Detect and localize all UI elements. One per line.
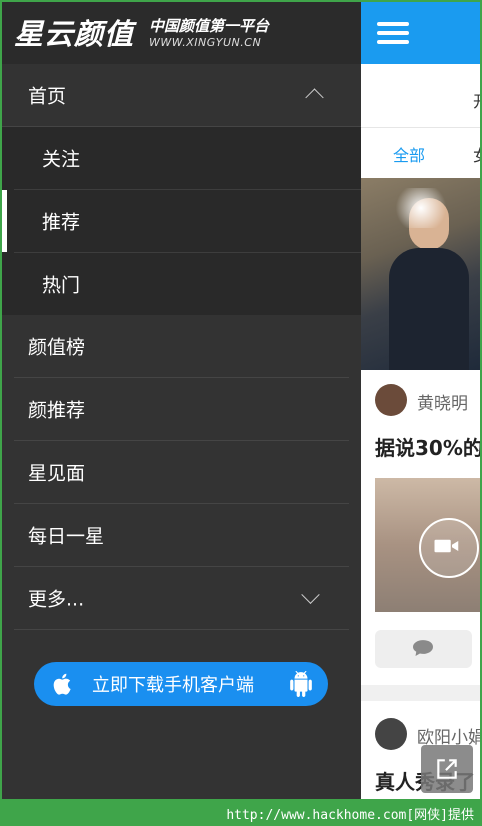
- secondary-nav: 开: [361, 64, 480, 128]
- photo-subject-body: [389, 248, 469, 370]
- download-button-label: 立即下载手机客户端: [92, 675, 254, 696]
- watermark-bar: http://www.hackhome.com[网侠]提供: [0, 801, 482, 826]
- submenu-item-hot[interactable]: 热门: [14, 253, 361, 315]
- top-app-bar: [361, 2, 480, 64]
- external-link-icon: [437, 759, 457, 779]
- author-name: 黄晓明: [417, 394, 468, 414]
- main-content: 开 全部 女 黄晓明 据说30%的: [361, 2, 480, 799]
- menu-item-label: 首页: [28, 85, 67, 108]
- menu-icon[interactable]: [377, 22, 409, 44]
- tab-female[interactable]: 女: [473, 142, 480, 166]
- comment-icon: [413, 640, 433, 656]
- android-icon: [290, 671, 312, 697]
- chevron-up-icon: [305, 88, 324, 107]
- menu-item-daily-star[interactable]: 每日一星: [14, 504, 349, 567]
- app-screen: 星云颜值 中国颜值第一平台 WWW.XINGYUN.CN 首页 关注 推荐 热门…: [2, 2, 480, 799]
- share-button[interactable]: [421, 745, 473, 793]
- tab-all[interactable]: 全部: [393, 142, 425, 166]
- video-camera-icon[interactable]: [419, 518, 479, 578]
- menu-item-label: 星见面: [28, 462, 86, 485]
- navigation-drawer: 星云颜值 中国颜值第一平台 WWW.XINGYUN.CN 首页 关注 推荐 热门…: [2, 2, 361, 799]
- menu-item-meet-star[interactable]: 星见面: [14, 441, 349, 504]
- category-tabs: 全部 女: [361, 128, 480, 179]
- video-thumbnail[interactable]: [375, 478, 480, 612]
- menu-item-label: 每日一星: [28, 525, 105, 548]
- menu-item-ranking[interactable]: 颜值榜: [14, 315, 349, 378]
- logo-text: 星云颜值: [14, 17, 135, 51]
- submenu-item-label: 关注: [42, 148, 81, 171]
- post-image[interactable]: [361, 178, 480, 370]
- submenu-item-recommend[interactable]: 推荐: [2, 190, 361, 253]
- download-app-button[interactable]: 立即下载手机客户端: [34, 662, 328, 706]
- submenu-item-follow[interactable]: 关注: [14, 127, 361, 190]
- photo-glare: [391, 188, 451, 228]
- brand-url: WWW.XINGYUN.CN: [149, 36, 262, 49]
- comment-button[interactable]: [375, 630, 472, 668]
- brand-slogan: 中国颜值第一平台: [149, 17, 270, 35]
- home-submenu: 关注 推荐 热门: [2, 127, 361, 315]
- brand-header[interactable]: 星云颜值 中国颜值第一平台 WWW.XINGYUN.CN: [2, 2, 361, 64]
- watermark-text: http://www.hackhome.com[网侠]提供: [226, 808, 474, 823]
- menu-item-label: 颜值榜: [28, 336, 86, 359]
- menu-item-home[interactable]: 首页: [2, 64, 361, 127]
- post-author[interactable]: 黄晓明: [375, 384, 480, 416]
- chevron-down-icon: [301, 585, 320, 604]
- avatar: [375, 718, 407, 750]
- submenu-item-label: 热门: [42, 274, 81, 297]
- menu-item-label: 颜推荐: [28, 399, 86, 422]
- feed-divider: [361, 685, 480, 701]
- menu-item-face-recommend[interactable]: 颜推荐: [14, 378, 349, 441]
- post-title[interactable]: 据说30%的: [375, 432, 480, 461]
- avatar: [375, 384, 407, 416]
- menu-item-more[interactable]: 更多...: [14, 567, 349, 630]
- menu-item-label: 更多...: [28, 588, 85, 611]
- submenu-item-label: 推荐: [42, 211, 81, 234]
- subnav-label[interactable]: 开: [473, 88, 480, 112]
- apple-icon: [53, 673, 71, 695]
